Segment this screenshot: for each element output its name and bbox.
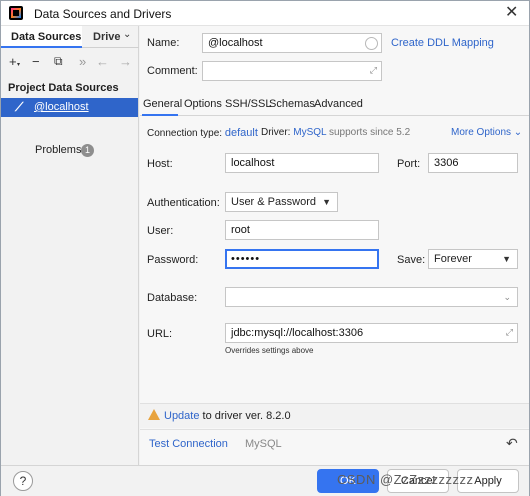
data-source-item-localhost[interactable]: ⟋ @localhost — [1, 98, 138, 117]
right-panel: Name: @localhost Create DDL Mapping Comm… — [140, 26, 529, 465]
color-circle-icon[interactable] — [365, 37, 378, 50]
data-source-label: @localhost — [34, 101, 89, 113]
window-title: Data Sources and Drivers — [34, 7, 172, 21]
authentication-select[interactable]: User & Password ▼ — [225, 192, 338, 212]
more-options-link[interactable]: More Options ⌄ — [451, 127, 522, 138]
update-link[interactable]: Update — [164, 410, 199, 422]
dropdown-arrow-icon: ▼ — [322, 197, 331, 207]
comment-label: Comment: — [147, 65, 198, 77]
reset-icon[interactable]: ↶ — [506, 435, 518, 452]
save-label: Save: — [397, 254, 426, 266]
password-label: Password: — [147, 254, 199, 266]
host-field[interactable]: localhost — [225, 153, 379, 173]
port-label: Port: — [397, 158, 421, 170]
name-value: @localhost — [208, 37, 263, 49]
driver-suffix: supports since 5.2 — [328, 127, 411, 138]
back-icon[interactable]: ← — [96, 54, 109, 69]
name-label: Name: — [147, 37, 180, 49]
dropdown-arrow-icon: ▼ — [502, 254, 511, 264]
authentication-label: Authentication: — [147, 197, 220, 209]
tab-options[interactable]: Options — [184, 98, 222, 110]
user-label: User: — [147, 225, 174, 237]
password-field[interactable]: •••••• — [225, 249, 379, 269]
add-icon[interactable]: + — [9, 54, 17, 69]
url-label: URL: — [147, 328, 173, 340]
duplicate-icon[interactable]: ⧉ — [54, 54, 63, 69]
driver-update-bar: Update to driver ver. 8.2.0 — [140, 403, 529, 428]
driver-line: Driver: MySQL supports since 5.2 — [261, 127, 410, 138]
chevron-down-icon: ⌄ — [503, 292, 511, 302]
add-dropdown-icon[interactable]: ▾ — [17, 61, 20, 68]
connection-type-label: Connection type: — [147, 128, 223, 139]
expand-icon[interactable]: ⤢ — [506, 327, 513, 338]
connection-type-value[interactable]: default — [225, 127, 258, 139]
connection-type-line: Connection type: default — [147, 127, 258, 139]
warning-icon — [148, 409, 160, 420]
more-icon[interactable]: » — [79, 54, 86, 69]
driver-bottom-bar: Test Connection MySQL ↶ — [140, 429, 529, 459]
save-value: Forever — [434, 253, 472, 265]
problems-count-badge: 1 — [81, 144, 94, 157]
problems-label[interactable]: Problems — [35, 144, 81, 156]
tab-ssh-ssl[interactable]: SSH/SSL — [225, 98, 271, 110]
tab-data-sources[interactable]: Data Sources — [1, 26, 82, 48]
name-field[interactable]: @localhost — [202, 33, 382, 53]
forward-icon[interactable]: → — [119, 54, 132, 69]
tab-drivers[interactable]: Drive — [93, 31, 121, 43]
csdn-watermark: CSDN @ZzZzzzzzzzz — [337, 472, 474, 487]
database-label: Database: — [147, 292, 198, 304]
driver-name: MySQL — [245, 438, 282, 450]
expand-icon[interactable]: ⤢ — [370, 65, 377, 76]
authentication-value: User & Password — [231, 196, 316, 208]
close-icon[interactable]: ✕ — [505, 4, 518, 22]
update-text: to driver ver. 8.2.0 — [202, 410, 291, 422]
mysql-dolphin-icon: ⟋ — [15, 100, 24, 114]
port-field[interactable]: 3306 — [428, 153, 518, 173]
dialog-window: Data Sources and Drivers ✕ Data Sources … — [0, 0, 530, 496]
chevron-down-icon[interactable]: ⌄ — [123, 29, 131, 40]
test-connection-link[interactable]: Test Connection — [149, 438, 228, 450]
user-field[interactable]: root — [225, 220, 379, 240]
intellij-app-icon — [9, 6, 23, 20]
url-value: jdbc:mysql://localhost:3306 — [231, 327, 364, 339]
help-button[interactable]: ? — [13, 471, 33, 491]
url-field[interactable]: jdbc:mysql://localhost:3306 ⤢ — [225, 323, 518, 343]
left-tabs: Data Sources Drive ⌄ — [1, 26, 139, 48]
settings-tabs: General Options SSH/SSL Schemas Advanced — [140, 94, 529, 116]
active-tab-indicator — [142, 114, 178, 116]
url-hint: Overrides settings above — [225, 346, 314, 355]
section-project-data-sources: Project Data Sources — [8, 82, 119, 94]
tab-general[interactable]: General — [143, 98, 182, 110]
database-select[interactable]: ⌄ — [225, 287, 518, 307]
title-bar: Data Sources and Drivers ✕ — [1, 1, 529, 26]
create-ddl-mapping-link[interactable]: Create DDL Mapping — [391, 37, 494, 49]
tab-schemas[interactable]: Schemas — [269, 98, 315, 110]
save-select[interactable]: Forever ▼ — [428, 249, 518, 269]
comment-field[interactable]: ⤢ — [202, 61, 382, 81]
driver-label: Driver: — [261, 127, 291, 138]
tab-advanced[interactable]: Advanced — [314, 98, 363, 110]
left-panel: Data Sources Drive ⌄ + ▾ − ⧉ » ← → Proje… — [1, 26, 139, 465]
remove-icon[interactable]: − — [32, 54, 40, 69]
host-label: Host: — [147, 158, 173, 170]
driver-link[interactable]: MySQL — [293, 127, 326, 138]
update-message: Update to driver ver. 8.2.0 — [164, 410, 291, 422]
